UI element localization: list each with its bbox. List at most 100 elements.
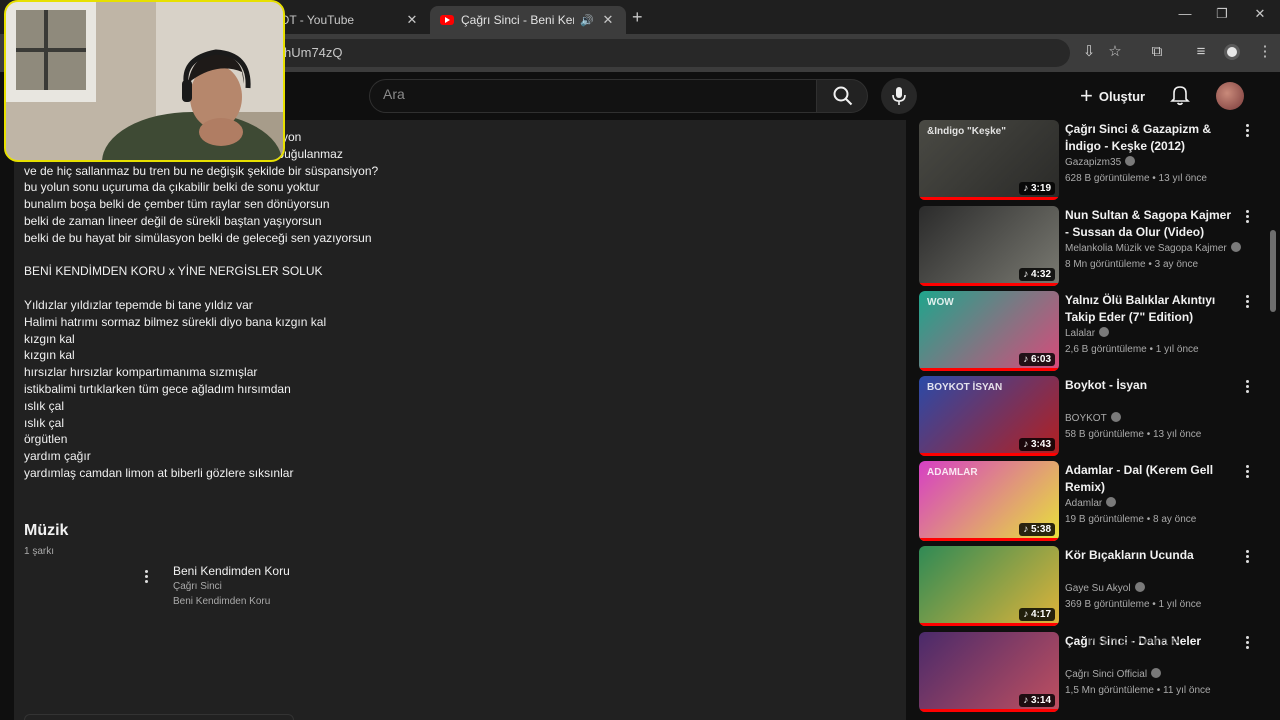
verified-badge-icon	[1110, 412, 1121, 422]
video-duration: ♪ 3:43	[1019, 438, 1055, 451]
browser-tab-inactive[interactable]: OT - YouTube ✕	[270, 6, 430, 34]
recommended-video[interactable]: ADAMLAR ♪ 5:38 Adamlar - Dal (Kerem Gell R…	[919, 461, 1259, 541]
voice-search-button[interactable]	[881, 78, 917, 114]
video-title[interactable]: Boykot - İsyan	[1065, 377, 1233, 394]
lyrics-text: yoninsan bir kere de sormaz mı ? her nis…	[24, 129, 624, 482]
video-thumbnail[interactable]: &Indigo "Keşke" ♪ 3:19	[919, 120, 1059, 200]
verified-badge-icon	[1230, 242, 1241, 252]
video-more-options-icon[interactable]	[1241, 378, 1253, 396]
video-meta: 628 B görüntüleme • 13 yıl önce	[1065, 173, 1207, 184]
thumbnail-art-text: &Indigo "Keşke"	[927, 126, 1006, 137]
video-more-options-icon[interactable]	[1241, 634, 1253, 652]
video-title[interactable]: Nun Sultan & Sagopa Kajmer - Sussan da O…	[1065, 207, 1233, 240]
window-close-icon[interactable]: ✕	[1250, 6, 1270, 22]
video-thumbnail[interactable]: ADAMLAR ♪ 5:38	[919, 461, 1059, 541]
channel-name[interactable]: Adamlar	[1065, 497, 1117, 509]
recommended-video[interactable]: BOYKOT İSYAN ♪ 3:43 Boykot - İsyan BOYKOT 58…	[919, 376, 1259, 456]
extensions-icon[interactable]: ⧉	[1148, 43, 1166, 61]
verified-badge-icon	[1125, 156, 1136, 166]
video-thumbnail[interactable]: ♪ 4:17	[919, 546, 1059, 626]
search-icon	[833, 86, 853, 106]
channel-name[interactable]: Gaye Su Akyol	[1065, 582, 1145, 594]
watermark-text: hitblazeme	[1086, 632, 1180, 653]
bookmark-star-icon[interactable]: ☆	[1106, 43, 1124, 61]
recommended-video[interactable]: &Indigo "Keşke" ♪ 3:19 Çağrı Sinci & Gazap…	[919, 120, 1259, 200]
channel-name[interactable]: Çağrı Sinci Official	[1065, 668, 1162, 680]
video-title[interactable]: Çağrı Sinci & Gazapizm & İndigo - Keşke …	[1065, 121, 1233, 154]
minimize-icon[interactable]: —	[1175, 6, 1195, 21]
video-thumbnail[interactable]: ♪ 4:32	[919, 206, 1059, 286]
thumbnail-art-text: ADAMLAR	[927, 467, 978, 478]
address-url[interactable]: hUm74zQ	[284, 45, 343, 60]
tab-title: OT - YouTube	[280, 13, 355, 27]
video-meta: 2,6 B görüntüleme • 1 yıl önce	[1065, 344, 1199, 355]
video-title[interactable]: Yalnız Ölü Balıklar Akıntıyı Takip Eder …	[1065, 292, 1233, 325]
recommended-video[interactable]: ♪ 4:17 Kör Bıçakların Ucunda Gaye Su Akyol…	[919, 546, 1259, 626]
song-more-options-icon[interactable]	[140, 568, 152, 586]
video-duration: ♪ 6:03	[1019, 353, 1055, 366]
lyric-line: bu yolun sonu uçuruma da çıkabilir belki…	[24, 180, 320, 195]
thumbnail-art-text: BOYKOT İSYAN	[927, 382, 1003, 393]
song-title[interactable]: Beni Kendimden Koru	[173, 564, 290, 578]
notifications-bell-icon[interactable]	[1170, 84, 1190, 106]
tab-title: Çağrı Sinci - Beni Kendimden Koru	[461, 13, 574, 27]
lyric-line: ıslık çal	[24, 415, 65, 430]
watch-progress-bar	[919, 283, 1059, 286]
video-more-options-icon[interactable]	[1241, 122, 1253, 140]
channel-name[interactable]: Lalalar	[1065, 327, 1110, 339]
video-thumbnail[interactable]: WOW ♪ 6:03	[919, 291, 1059, 371]
search-button[interactable]	[816, 79, 868, 113]
watch-progress-bar	[919, 623, 1059, 626]
video-title[interactable]: Kör Bıçakların Ucunda	[1065, 547, 1233, 564]
video-more-options-icon[interactable]	[1241, 293, 1253, 311]
video-duration: ♪ 4:32	[1019, 268, 1055, 281]
recommended-video[interactable]: WOW ♪ 6:03 Yalnız Ölü Balıklar Akıntıyı Ta…	[919, 291, 1259, 371]
lyric-line: belki de bu hayat bir simülasyon belki d…	[24, 230, 372, 245]
video-more-options-icon[interactable]	[1241, 208, 1253, 226]
video-more-options-icon[interactable]	[1241, 548, 1253, 566]
bottom-button-outline[interactable]	[24, 714, 294, 720]
audio-playing-icon[interactable]: 🔊	[580, 14, 594, 27]
lyric-line	[24, 247, 624, 264]
video-title[interactable]: Adamlar - Dal (Kerem Gell Remix)	[1065, 462, 1233, 495]
verified-badge-icon	[1106, 497, 1117, 507]
watch-progress-bar	[919, 197, 1059, 200]
video-duration: ♪ 4:17	[1019, 608, 1055, 621]
channel-name[interactable]: Gazapizm35	[1065, 156, 1136, 168]
create-button-label: Oluştur	[1098, 88, 1146, 104]
browser-menu-icon[interactable]: ⋮	[1256, 43, 1274, 61]
channel-name[interactable]: BOYKOT	[1065, 412, 1121, 424]
thumbnail-art-text: WOW	[927, 297, 954, 308]
youtube-favicon-icon	[440, 15, 454, 25]
microphone-icon	[892, 87, 906, 105]
create-button[interactable]: + Oluştur	[1072, 80, 1153, 112]
video-meta: 8 Mn görüntüleme • 3 ay önce	[1065, 259, 1199, 270]
video-meta: 369 B görüntüleme • 1 yıl önce	[1065, 599, 1202, 610]
lyric-line: bunalım boşa belki de çember tüm raylar …	[24, 197, 330, 212]
restore-icon[interactable]: ❐	[1212, 6, 1232, 22]
lyric-line: ve de hiç sallanmaz bu tren bu ne değişi…	[24, 163, 379, 178]
search-input[interactable]	[383, 86, 783, 102]
install-app-icon[interactable]: ⇩	[1080, 43, 1098, 61]
plus-icon: +	[1080, 83, 1093, 108]
page-scrollbar-thumb[interactable]	[1270, 230, 1276, 312]
video-thumbnail[interactable]: ♪ 3:14	[919, 632, 1059, 712]
video-thumbnail[interactable]: BOYKOT İSYAN ♪ 3:43	[919, 376, 1059, 456]
video-meta: 19 B görüntüleme • 8 ay önce	[1065, 514, 1197, 525]
verified-badge-icon	[1134, 582, 1145, 592]
media-control-icon[interactable]: ≡	[1192, 43, 1210, 61]
recommended-video[interactable]: ♪ 4:32 Nun Sultan & Sagopa Kajmer - Sussa…	[919, 206, 1259, 286]
tab-close-icon[interactable]: ✕	[404, 12, 420, 28]
new-tab-icon[interactable]: +	[632, 7, 643, 28]
channel-name[interactable]: Melankolia Müzik ve Sagopa Kajmer	[1065, 242, 1241, 254]
tab-close-icon[interactable]: ✕	[600, 12, 616, 28]
page-scrollbar[interactable]	[1268, 120, 1278, 720]
watch-progress-bar	[919, 709, 1059, 712]
lyric-line: BENİ KENDİMDEN KORU x YİNE NERGİSLER SOL…	[24, 264, 323, 279]
video-meta: 1,5 Mn görüntüleme • 11 yıl önce	[1065, 685, 1211, 696]
browser-profile-icon[interactable]	[1224, 44, 1240, 60]
lyric-line: yardımlaş camdan limon at biberli gözler…	[24, 465, 294, 480]
browser-tab-active[interactable]: Çağrı Sinci - Beni Kendimden Koru 🔊 ✕	[430, 6, 626, 34]
account-avatar[interactable]	[1216, 82, 1244, 110]
video-more-options-icon[interactable]	[1241, 463, 1253, 481]
